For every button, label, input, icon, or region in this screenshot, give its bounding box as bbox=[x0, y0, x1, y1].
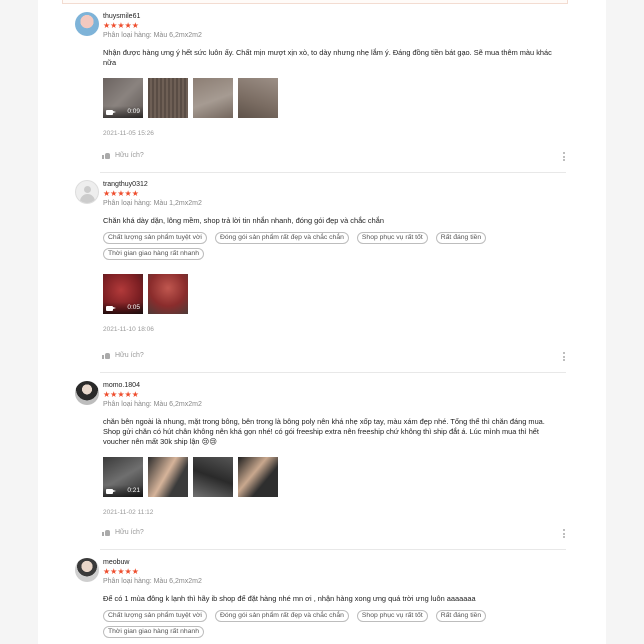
filter-panel-edge bbox=[62, 0, 568, 4]
divider bbox=[100, 549, 566, 550]
divider bbox=[100, 172, 566, 173]
star-rating: ★★★★★ bbox=[103, 390, 139, 399]
review-photo-thumbnail[interactable] bbox=[148, 274, 188, 314]
helpful-button[interactable]: Hữu ích? bbox=[102, 529, 144, 536]
star-rating: ★★★★★ bbox=[103, 189, 139, 198]
review-video-thumbnail[interactable]: 0:21 bbox=[103, 457, 143, 497]
video-duration: 0:21 bbox=[127, 487, 140, 494]
review-video-thumbnail[interactable]: 0:09 bbox=[103, 78, 143, 118]
review-photo-thumbnail[interactable] bbox=[193, 457, 233, 497]
review-media: 0:21 bbox=[103, 457, 563, 497]
more-options-icon[interactable] bbox=[563, 529, 566, 538]
product-variant: Phân loại hàng: Màu 1,2mx2m2 bbox=[103, 200, 202, 207]
more-options-icon[interactable] bbox=[563, 152, 566, 161]
helpful-button[interactable]: Hữu ích? bbox=[102, 152, 144, 159]
review-photo-thumbnail[interactable] bbox=[148, 78, 188, 118]
star-rating: ★★★★★ bbox=[103, 21, 139, 30]
review-tag: Rất đáng tiền bbox=[435, 232, 487, 244]
video-camera-icon bbox=[106, 306, 116, 311]
more-options-icon[interactable] bbox=[563, 352, 566, 361]
review-tag: Đóng gói sản phẩm rất đẹp và chắc chắn bbox=[214, 232, 349, 244]
divider bbox=[100, 372, 566, 373]
review-date: 2021-11-02 11:12 bbox=[103, 509, 154, 516]
left-gutter bbox=[0, 0, 38, 644]
review-photo-thumbnail[interactable] bbox=[238, 457, 278, 497]
helpful-label: Hữu ích? bbox=[115, 352, 144, 359]
avatar[interactable] bbox=[75, 381, 99, 405]
product-variant: Phân loại hàng: Màu 6,2mx2m2 bbox=[103, 578, 202, 585]
thumbs-up-icon bbox=[102, 352, 110, 359]
review-tag: Chất lượng sản phẩm tuyệt vời bbox=[103, 232, 207, 244]
reviewer-name[interactable]: thuysmile61 bbox=[103, 12, 563, 21]
review-photo-thumbnail[interactable] bbox=[238, 78, 278, 118]
video-duration: 0:09 bbox=[127, 108, 140, 115]
avatar[interactable] bbox=[75, 558, 99, 582]
review-tag: Đóng gói sản phẩm rất đẹp và chắc chắn bbox=[214, 610, 349, 622]
review-comment: chăn bên ngoài là nhung, mặt trong bông,… bbox=[103, 417, 545, 446]
product-variant: Phân loại hàng: Màu 6,2mx2m2 bbox=[103, 32, 202, 39]
reviewer-name[interactable]: trangthuy0312 bbox=[103, 180, 563, 189]
review-tag: Thời gian giao hàng rất nhanh bbox=[103, 248, 204, 260]
review-tag: Shop phục vụ rất tốt bbox=[356, 610, 428, 622]
review-media: 0:09 bbox=[103, 78, 563, 118]
review-tag: Rất đáng tiền bbox=[435, 610, 487, 622]
video-duration: 0:05 bbox=[127, 304, 140, 311]
avatar[interactable] bbox=[75, 180, 99, 204]
thumbs-up-icon bbox=[102, 152, 110, 159]
review-media: 0:05 bbox=[103, 274, 563, 314]
reviewer-name[interactable]: meobuw bbox=[103, 558, 563, 567]
review-tag: Chất lượng sản phẩm tuyệt vời bbox=[103, 610, 207, 622]
star-rating: ★★★★★ bbox=[103, 567, 139, 576]
video-camera-icon bbox=[106, 489, 116, 494]
review-date: 2021-11-10 18:06 bbox=[103, 326, 154, 333]
product-variant: Phân loại hàng: Màu 6,2mx2m2 bbox=[103, 401, 202, 408]
review-tag: Thời gian giao hàng rất nhanh bbox=[103, 626, 204, 638]
review-page: thuysmile61 ★★★★★ Phân loại hàng: Màu 6,… bbox=[0, 0, 644, 644]
review-video-thumbnail[interactable]: 0:05 bbox=[103, 274, 143, 314]
thumbs-up-icon bbox=[102, 529, 110, 536]
video-camera-icon bbox=[106, 110, 116, 115]
review-comment: Để có 1 mùa đông k lạnh thì hãy ib shop … bbox=[103, 594, 476, 603]
review-tags: Chất lượng sản phẩm tuyệt vời Đóng gói s… bbox=[103, 610, 563, 638]
review-tag: Shop phục vụ rất tốt bbox=[356, 232, 428, 244]
helpful-button[interactable]: Hữu ích? bbox=[102, 352, 144, 359]
reviewer-name[interactable]: momo.1804 bbox=[103, 381, 563, 390]
helpful-label: Hữu ích? bbox=[115, 529, 144, 536]
review-tags: Chất lượng sản phẩm tuyệt vời Đóng gói s… bbox=[103, 232, 563, 260]
review-photo-thumbnail[interactable] bbox=[193, 78, 233, 118]
review-photo-thumbnail[interactable] bbox=[148, 457, 188, 497]
helpful-label: Hữu ích? bbox=[115, 152, 144, 159]
right-gutter bbox=[606, 0, 644, 644]
review-date: 2021-11-05 15:26 bbox=[103, 130, 154, 137]
avatar[interactable] bbox=[75, 12, 99, 36]
review-comment: Nhận được hàng ưng ý hết sức luôn ấy. Ch… bbox=[103, 48, 552, 67]
review-comment: Chăn khá dày dặn, lông mềm, shop trả lời… bbox=[103, 216, 384, 225]
